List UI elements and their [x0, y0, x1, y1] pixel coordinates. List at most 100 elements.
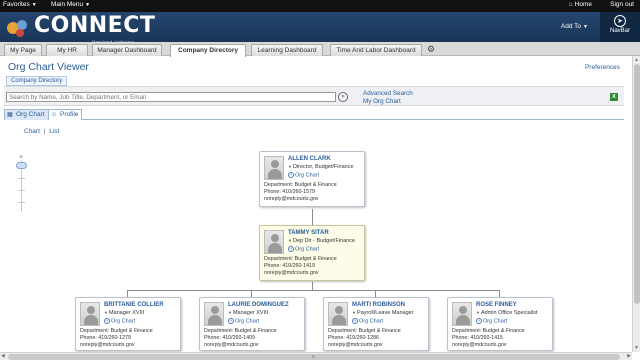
company-directory-subtab[interactable]: Company Directory	[6, 76, 68, 86]
org-chart-link[interactable]: + Org Chart	[104, 318, 135, 324]
person-email[interactable]: noreply@mdcourts.gov	[80, 342, 135, 348]
zoom-in-icon[interactable]: +	[19, 154, 23, 161]
list-view-link[interactable]: List	[49, 128, 59, 135]
org-card[interactable]: ALLEN CLARK ▼Director, Budget/Finance + O…	[259, 151, 365, 207]
org-chart-link[interactable]: + Org Chart	[352, 318, 383, 324]
org-chart-link[interactable]: + Org Chart	[228, 318, 259, 324]
favorites-menu[interactable]: Favorites ▼	[3, 1, 37, 8]
my-org-chart-link[interactable]: My Org Chart	[363, 98, 401, 105]
search-go-icon[interactable]: »	[338, 92, 348, 102]
sign-out-link[interactable]: Sign out	[610, 1, 634, 8]
chevron-down-icon: ▼	[583, 23, 588, 30]
home-icon: ⌂	[568, 1, 573, 8]
avatar	[204, 302, 224, 326]
vertical-scrollbar[interactable]: ▲ ▼	[632, 56, 640, 352]
org-card[interactable]: ROSE FINNEY ▼Admin Office Specialist + Or…	[447, 297, 553, 351]
org-chart-icon: ▦	[7, 112, 13, 118]
avatar	[264, 156, 284, 180]
tab-my-hr[interactable]: My HR	[46, 44, 88, 56]
tab-profile-label: Profile	[60, 111, 79, 118]
org-card[interactable]: BRITTANIE COLLIER ▼Manager XVIII + Org Ch…	[75, 297, 181, 351]
scroll-left-icon[interactable]: ◀	[1, 353, 5, 359]
add-to-menu[interactable]: Add To ▼	[561, 23, 588, 30]
scroll-up-icon[interactable]: ▲	[634, 57, 639, 63]
person-name[interactable]: BRITTANIE COLLIER	[104, 302, 164, 308]
zoom-slider[interactable]: +	[16, 154, 28, 212]
main-menu[interactable]: Main Menu ▼	[51, 1, 90, 8]
person-department: Department: Budget & Finance	[264, 256, 337, 262]
preferences-link[interactable]: Preferences	[585, 64, 620, 71]
chart-list-switch: Chart | List	[24, 128, 61, 135]
person-email[interactable]: noreply@mdcourts.gov	[328, 342, 383, 348]
scroll-right-icon[interactable]: ▶	[627, 353, 631, 359]
person-email[interactable]: noreply@mdcourts.gov	[264, 270, 319, 276]
gear-icon[interactable]: ⚙	[426, 44, 436, 55]
person-department: Department: Budget & Finance	[80, 328, 153, 334]
person-department: Department: Budget & Finance	[452, 328, 525, 334]
tab-learning-dashboard[interactable]: Learning Dashboard	[251, 44, 323, 56]
zoom-tick	[18, 190, 25, 191]
logo-text: CONNECT	[34, 13, 156, 38]
top-bar: Favorites ▼ Main Menu ▼ ⌂ Home Sign out	[0, 0, 640, 12]
zoom-handle[interactable]	[16, 162, 27, 169]
scroll-thumb[interactable]	[634, 64, 640, 304]
connect-logo-icon	[7, 20, 27, 37]
person-email[interactable]: noreply@mdcourts.gov	[204, 342, 259, 348]
person-email[interactable]: noreply@mdcourts.gov	[452, 342, 507, 348]
person-title: ▼Manager XVIII	[228, 310, 269, 316]
person-name[interactable]: ALLEN CLARK	[288, 156, 331, 162]
person-title: ▼Director, Budget/Finance	[288, 164, 354, 170]
switch-separator: |	[43, 128, 46, 135]
person-phone: Phone: 410/260-1419	[264, 263, 315, 269]
navbar-button[interactable]: ➤ NavBar	[600, 12, 640, 42]
org-chart-link[interactable]: + Org Chart	[476, 318, 507, 324]
org-chart-icon: +	[288, 172, 294, 178]
person-name[interactable]: TAMMY SITAR	[288, 230, 329, 236]
caret-down-icon: ▼	[476, 310, 480, 315]
tab-org-chart[interactable]: ▦ Org Chart	[4, 109, 49, 120]
tab-profile[interactable]: ☺ Profile	[48, 109, 83, 120]
person-name[interactable]: MARTI ROBINSON	[352, 302, 405, 308]
tab-my-page[interactable]: My Page	[4, 44, 42, 56]
home-link[interactable]: ⌂ Home	[569, 1, 592, 8]
org-chart-link[interactable]: + Org Chart	[288, 246, 319, 252]
add-to-label: Add To	[560, 23, 582, 30]
connector-line	[312, 209, 313, 225]
connector-line	[312, 282, 313, 290]
horizontal-scrollbar[interactable]: ◀ ≡ ▶	[0, 352, 632, 360]
tab-strip: My Page My HR Manager Dashboard Company …	[0, 42, 640, 57]
connector-line	[127, 290, 499, 291]
org-card[interactable]: LAURIE DOMINGUEZ ▼Manager XVIII + Org Cha…	[199, 297, 305, 351]
org-chart-link[interactable]: + Org Chart	[288, 172, 319, 178]
person-title: ▼Admin Office Specialist	[476, 310, 538, 316]
person-title: ▼Dep Dir - Budget/Finance	[288, 238, 356, 244]
compass-icon: ➤	[614, 15, 626, 27]
org-chart-icon: +	[476, 318, 482, 324]
avatar	[80, 302, 100, 326]
connector-line	[127, 290, 128, 297]
excel-export-icon[interactable]: X	[610, 93, 618, 101]
person-phone: Phone: 410/260-1415	[452, 335, 503, 341]
person-email[interactable]: noreply@mdcourts.gov	[264, 196, 319, 202]
person-title: ▼Payroll/Leave Manager	[352, 310, 414, 316]
favorites-label: Favorites	[3, 1, 30, 8]
person-phone: Phone: 410/260-1409	[204, 335, 255, 341]
person-department: Department: Budget & Finance	[264, 182, 337, 188]
org-card-selected[interactable]: TAMMY SITAR ▼Dep Dir - Budget/Finance + O…	[259, 225, 365, 281]
advanced-search-link[interactable]: Advanced Search	[363, 90, 413, 97]
view-tabs: ▦ Org Chart ☺ Profile	[4, 109, 624, 120]
org-card[interactable]: MARTI ROBINSON ▼Payroll/Leave Manager + O…	[323, 297, 429, 351]
zoom-tick	[18, 178, 25, 179]
chevron-down-icon: ▼	[85, 1, 91, 8]
tab-company-directory[interactable]: Company Directory	[170, 44, 246, 57]
person-name[interactable]: ROSE FINNEY	[476, 302, 517, 308]
search-input[interactable]	[6, 92, 336, 102]
org-chart-icon: +	[352, 318, 358, 324]
tab-time-and-labor-dashboard[interactable]: Time And Labor Dashboard	[330, 44, 422, 56]
person-name[interactable]: LAURIE DOMINGUEZ	[228, 302, 289, 308]
scroll-down-icon[interactable]: ▼	[634, 345, 639, 351]
org-chart-icon: +	[288, 246, 294, 252]
tab-manager-dashboard[interactable]: Manager Dashboard	[92, 44, 162, 56]
avatar	[328, 302, 348, 326]
chart-view-link[interactable]: Chart	[24, 128, 40, 135]
